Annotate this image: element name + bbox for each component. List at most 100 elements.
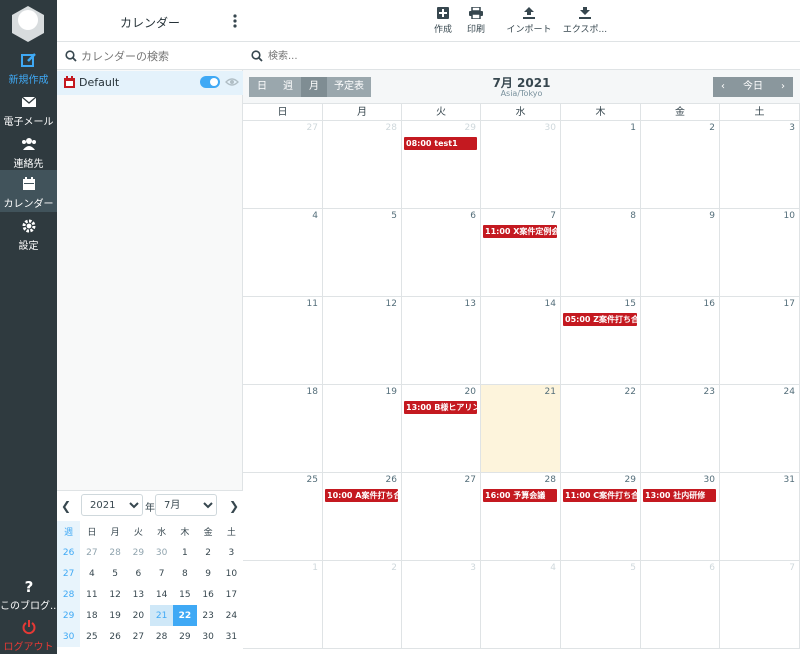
event-search-input[interactable] (268, 46, 568, 66)
day-cell[interactable]: 6 (402, 209, 481, 297)
day-cell[interactable]: 29 11:00 C案件打ち合わせ (561, 473, 641, 561)
mini-day[interactable]: 13 (127, 584, 150, 605)
nav-logout[interactable]: ログアウト (0, 613, 57, 654)
day-cell[interactable]: 26 10:00 A案件打ち合わせ (323, 473, 402, 561)
day-cell[interactable]: 13 (402, 297, 481, 385)
prev-month-button[interactable]: ‹ (713, 77, 733, 97)
mini-day[interactable]: 28 (104, 542, 127, 563)
mini-day[interactable]: 30 (150, 542, 173, 563)
nav-calendar[interactable]: カレンダー (0, 170, 57, 212)
mini-prev-month-icon[interactable]: ❮ (61, 499, 71, 513)
day-cell[interactable]: 11 (243, 297, 323, 385)
mini-day[interactable]: 28 (150, 626, 173, 647)
mini-day[interactable]: 22 (173, 605, 197, 626)
day-cell[interactable]: 1 (243, 561, 323, 649)
mini-day[interactable]: 21 (150, 605, 174, 626)
mini-day[interactable]: 7 (150, 563, 173, 584)
mini-week-number[interactable]: 27 (57, 563, 81, 584)
mini-day[interactable]: 5 (104, 563, 127, 584)
day-cell[interactable]: 6 (641, 561, 720, 649)
day-cell[interactable]: 10 (720, 209, 800, 297)
calendar-event[interactable]: 16:00 予算会議 (483, 489, 557, 502)
day-cell[interactable]: 27 (402, 473, 481, 561)
day-cell[interactable]: 4 (243, 209, 323, 297)
day-cell[interactable]: 3 (720, 121, 800, 209)
mini-day[interactable]: 12 (104, 584, 127, 605)
day-cell[interactable]: 8 (561, 209, 641, 297)
mini-day[interactable]: 29 (173, 626, 196, 647)
day-cell[interactable]: 4 (481, 561, 561, 649)
nav-mail[interactable]: 電子メール (0, 88, 57, 130)
mini-day[interactable]: 19 (104, 605, 127, 626)
next-month-button[interactable]: › (773, 77, 793, 97)
print-button[interactable]: 印刷 (461, 7, 491, 35)
mini-day[interactable]: 26 (104, 626, 127, 647)
day-cell[interactable]: 31 (720, 473, 800, 561)
mini-day[interactable]: 4 (80, 563, 103, 584)
nav-compose[interactable]: 新規作成 (0, 46, 57, 88)
day-cell[interactable]: 18 (243, 385, 323, 473)
calendar-search-input[interactable] (81, 46, 237, 66)
day-cell[interactable]: 22 (561, 385, 641, 473)
mini-day[interactable]: 30 (197, 626, 220, 647)
mini-day[interactable]: 27 (127, 626, 150, 647)
mini-day[interactable]: 27 (80, 542, 103, 563)
calendar-event[interactable]: 08:00 test1 (404, 137, 477, 150)
mini-day[interactable]: 6 (127, 563, 150, 584)
nav-settings[interactable]: 設定 (0, 212, 57, 254)
day-cell[interactable]: 19 (323, 385, 402, 473)
nav-about[interactable]: ? このブログ... (0, 572, 57, 614)
day-cell[interactable]: 30 (481, 121, 561, 209)
mini-day[interactable]: 1 (173, 542, 196, 563)
mini-day[interactable]: 15 (173, 584, 196, 605)
day-cell[interactable]: 28 (323, 121, 402, 209)
mini-day[interactable]: 8 (173, 563, 196, 584)
calendar-event[interactable]: 13:00 社内研修 (643, 489, 716, 502)
day-cell[interactable]: 21 (481, 385, 561, 473)
mini-day[interactable]: 20 (127, 605, 150, 626)
mini-week-number[interactable]: 29 (57, 605, 81, 626)
mini-day[interactable]: 3 (220, 542, 243, 563)
day-cell[interactable]: 16 (641, 297, 720, 385)
calendar-event[interactable]: 11:00 X案件定例会 (483, 225, 557, 238)
mini-day[interactable]: 16 (197, 584, 220, 605)
mini-year-select[interactable]: 2021 (81, 494, 143, 516)
calendar-event[interactable]: 13:00 B様ヒアリング (404, 401, 477, 414)
mini-day[interactable]: 14 (150, 584, 173, 605)
day-cell[interactable]: 7 (720, 561, 800, 649)
day-cell[interactable]: 29 08:00 test1 (402, 121, 481, 209)
calendar-event[interactable]: 11:00 C案件打ち合わせ (563, 489, 637, 502)
calendar-event[interactable]: 05:00 Z案件打ち合わせ (563, 313, 637, 326)
mini-day[interactable]: 23 (197, 605, 220, 626)
calendar-list-item-default[interactable]: Default (57, 71, 243, 95)
mini-day[interactable]: 18 (80, 605, 103, 626)
day-cell[interactable]: 25 (243, 473, 323, 561)
day-cell[interactable]: 9 (641, 209, 720, 297)
mini-day[interactable]: 31 (220, 626, 243, 647)
day-cell[interactable]: 17 (720, 297, 800, 385)
calendar-event[interactable]: 10:00 A案件打ち合わせ (325, 489, 398, 502)
day-cell[interactable]: 30 13:00 社内研修 (641, 473, 720, 561)
mini-day[interactable]: 17 (220, 584, 243, 605)
day-cell[interactable]: 2 (323, 561, 402, 649)
day-cell[interactable]: 14 (481, 297, 561, 385)
export-button[interactable]: エクスポ... (559, 7, 611, 35)
today-button[interactable]: 今日 (733, 77, 773, 97)
mini-month-select[interactable]: 7月 (155, 494, 217, 516)
day-cell[interactable]: 7 11:00 X案件定例会 (481, 209, 561, 297)
day-cell[interactable]: 1 (561, 121, 641, 209)
day-cell[interactable]: 3 (402, 561, 481, 649)
day-cell[interactable]: 12 (323, 297, 402, 385)
mini-week-number[interactable]: 26 (57, 542, 81, 563)
day-cell[interactable]: 5 (323, 209, 402, 297)
mini-day[interactable]: 9 (197, 563, 220, 584)
calendar-toggle[interactable] (200, 76, 220, 88)
mini-day[interactable]: 25 (80, 626, 103, 647)
day-cell[interactable]: 5 (561, 561, 641, 649)
day-cell[interactable]: 2 (641, 121, 720, 209)
day-cell[interactable]: 27 (243, 121, 323, 209)
mini-day[interactable]: 24 (220, 605, 243, 626)
day-cell[interactable]: 24 (720, 385, 800, 473)
import-button[interactable]: インポート (501, 7, 557, 35)
day-cell[interactable]: 20 13:00 B様ヒアリング (402, 385, 481, 473)
